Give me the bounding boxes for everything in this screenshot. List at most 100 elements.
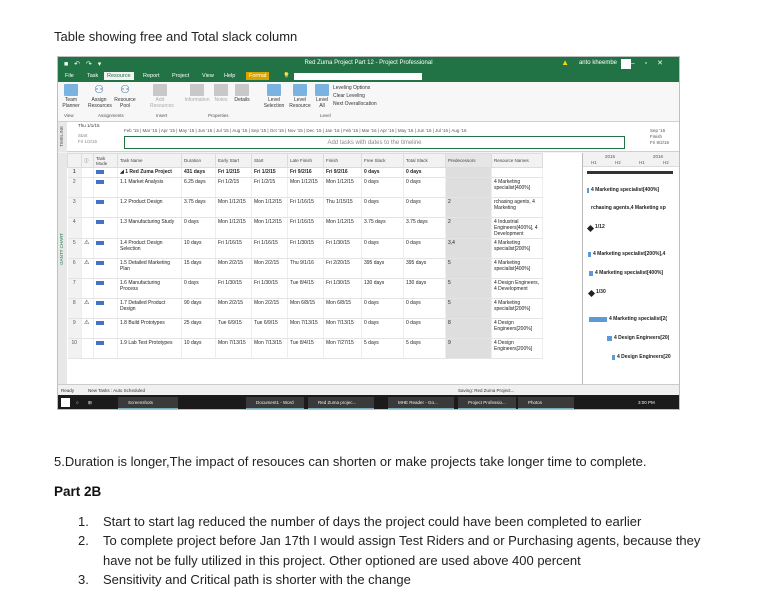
tell-me-input[interactable] bbox=[294, 73, 422, 80]
early-start-cell[interactable]: Fri 1/16/15 bbox=[215, 238, 252, 259]
early-start-cell[interactable]: Fri 1/2/15 bbox=[215, 177, 252, 198]
duration-cell[interactable]: 3.75 days bbox=[181, 197, 216, 218]
resource-names-cell[interactable]: 4 Design Engineers, 4 Development bbox=[491, 278, 543, 299]
row-number-cell[interactable]: 2 bbox=[67, 177, 82, 198]
early-start-cell[interactable]: Mon 1/12/15 bbox=[215, 197, 252, 218]
start-cell[interactable]: Mon 1/12/15 bbox=[251, 217, 288, 239]
tab-report[interactable]: Report bbox=[140, 72, 163, 80]
finish-cell[interactable]: Mon 1/12/15 bbox=[323, 217, 362, 239]
clear-leveling-button[interactable]: Clear Leveling bbox=[333, 92, 377, 100]
table-row[interactable]: 8 ⚠ 1.7 Detailed Product Design 90 days Mon … bbox=[67, 298, 543, 319]
row-number-cell[interactable]: 4 bbox=[67, 217, 82, 239]
predecessors-cell[interactable]: 5 bbox=[445, 298, 492, 319]
duration-cell[interactable]: 10 days bbox=[181, 238, 216, 259]
column-header-free-slack[interactable]: Free Slack bbox=[361, 153, 404, 168]
task-name-cell[interactable]: 1.1 Market Analysis bbox=[117, 177, 182, 198]
finish-cell[interactable]: Mon 7/27/15 bbox=[323, 338, 362, 359]
free-slack-cell[interactable]: 0 days bbox=[361, 298, 404, 319]
total-slack-cell[interactable]: 0 days bbox=[403, 318, 446, 339]
tab-file[interactable]: File bbox=[62, 72, 77, 80]
predecessors-cell[interactable]: 8 bbox=[445, 318, 492, 339]
duration-cell[interactable]: 0 days bbox=[181, 217, 216, 239]
column-header-total-slack[interactable]: Total Slack bbox=[403, 153, 446, 168]
late-finish-cell[interactable]: Mon 6/8/15 bbox=[287, 298, 324, 319]
resource-names-cell[interactable]: 4 Marketing specialist[200%] bbox=[491, 298, 543, 319]
total-slack-cell[interactable]: 130 days bbox=[403, 278, 446, 299]
task-view-icon[interactable]: ⊞ bbox=[88, 400, 92, 406]
predecessors-cell[interactable]: 9 bbox=[445, 338, 492, 359]
duration-cell[interactable]: 90 days bbox=[181, 298, 216, 319]
finish-cell[interactable]: Thu 1/15/15 bbox=[323, 197, 362, 218]
predecessors-cell[interactable] bbox=[445, 177, 492, 198]
task-mode-cell[interactable] bbox=[93, 298, 118, 319]
early-start-cell[interactable]: Fri 1/2/15 bbox=[215, 167, 252, 178]
table-row[interactable]: 7 1.6 Manufacturing Process 0 days Fri 1/30… bbox=[67, 278, 543, 299]
total-slack-cell[interactable]: 5 days bbox=[403, 338, 446, 359]
task-mode-cell[interactable] bbox=[93, 238, 118, 259]
task-mode-cell[interactable] bbox=[93, 217, 118, 239]
level-selection-button[interactable]: Level Selection bbox=[262, 84, 286, 109]
column-header[interactable] bbox=[67, 153, 82, 168]
task-name-cell[interactable]: 1.4 Product Design Selection bbox=[117, 238, 182, 259]
duration-cell[interactable]: 6.25 days bbox=[181, 177, 216, 198]
free-slack-cell[interactable]: 395 days bbox=[361, 258, 404, 279]
task-bar[interactable] bbox=[588, 252, 591, 257]
early-start-cell[interactable]: Mon 2/2/15 bbox=[215, 258, 252, 279]
resource-names-cell[interactable] bbox=[491, 167, 543, 178]
duration-cell[interactable]: 25 days bbox=[181, 318, 216, 339]
task-name-cell[interactable]: 1.8 Build Prototypes bbox=[117, 318, 182, 339]
early-start-cell[interactable]: Mon 2/2/15 bbox=[215, 298, 252, 319]
finish-cell[interactable]: Fri 1/30/15 bbox=[323, 238, 362, 259]
task-name-cell[interactable]: 1.6 Manufacturing Process bbox=[117, 278, 182, 299]
finish-cell[interactable]: Mon 1/12/15 bbox=[323, 177, 362, 198]
start-cell[interactable]: Mon 1/12/15 bbox=[251, 197, 288, 218]
duration-cell[interactable]: 10 days bbox=[181, 338, 216, 359]
table-row[interactable]: 9 ⚠ 1.8 Build Prototypes 25 days Tue 6/9/15 T… bbox=[67, 318, 543, 339]
column-header-task-name[interactable]: Task Name bbox=[117, 153, 182, 168]
predecessors-cell[interactable] bbox=[445, 167, 492, 178]
assign-resources-button[interactable]: ⚇ Assign Resources bbox=[88, 84, 112, 109]
late-finish-cell[interactable]: Fri 9/2/16 bbox=[287, 167, 324, 178]
timeline-pane[interactable]: TIMELINE Thu 1/1/15 Start Fri 1/2/15 Feb … bbox=[58, 122, 679, 152]
row-number-cell[interactable]: 9 bbox=[67, 318, 82, 339]
resource-names-cell[interactable]: 4 Marketing specialist[400%] bbox=[491, 177, 543, 198]
milestone-diamond[interactable] bbox=[587, 289, 596, 298]
early-start-cell[interactable]: Fri 1/30/15 bbox=[215, 278, 252, 299]
column-header-task-mode[interactable]: Task Mode bbox=[93, 153, 118, 168]
indicator-cell[interactable]: ⚠ bbox=[81, 238, 94, 259]
predecessors-cell[interactable]: 5 bbox=[445, 278, 492, 299]
total-slack-cell[interactable]: 3.75 days bbox=[403, 217, 446, 239]
indicator-cell[interactable] bbox=[81, 197, 94, 218]
column-header-start[interactable]: Start bbox=[251, 153, 288, 168]
tab-resource[interactable]: Resource bbox=[104, 72, 134, 80]
free-slack-cell[interactable]: 5 days bbox=[361, 338, 404, 359]
task-mode-cell[interactable] bbox=[93, 338, 118, 359]
finish-cell[interactable]: Fri 1/30/15 bbox=[323, 278, 362, 299]
row-number-cell[interactable]: 10 bbox=[67, 338, 82, 359]
duration-cell[interactable]: 431 days bbox=[181, 167, 216, 178]
task-mode-cell[interactable] bbox=[93, 258, 118, 279]
resource-names-cell[interactable]: 4 Design Engineers[200%] bbox=[491, 338, 543, 359]
task-bar[interactable] bbox=[589, 271, 593, 276]
avatar[interactable] bbox=[621, 59, 631, 69]
late-finish-cell[interactable]: Thu 9/1/16 bbox=[287, 258, 324, 279]
table-row[interactable]: 2 1.1 Market Analysis 6.25 days Fri 1/2/15 F… bbox=[67, 177, 543, 198]
free-slack-cell[interactable]: 0 days bbox=[361, 238, 404, 259]
start-cell[interactable]: Fri 1/2/15 bbox=[251, 167, 288, 178]
search-icon[interactable]: ○ bbox=[76, 400, 79, 405]
late-finish-cell[interactable]: Tue 8/4/15 bbox=[287, 338, 324, 359]
task-mode-cell[interactable] bbox=[93, 318, 118, 339]
notes-button[interactable]: Notes bbox=[214, 84, 228, 103]
task-name-cell[interactable]: 1.9 Lab Test Prototypes bbox=[117, 338, 182, 359]
indicator-cell[interactable] bbox=[81, 217, 94, 239]
start-cell[interactable]: Mon 2/2/15 bbox=[251, 298, 288, 319]
late-finish-cell[interactable]: Fri 1/30/15 bbox=[287, 238, 324, 259]
next-overallocation-button[interactable]: Next Overallocation bbox=[333, 100, 377, 108]
level-resource-button[interactable]: Level Resource bbox=[288, 84, 312, 109]
total-slack-cell[interactable]: 0 days bbox=[403, 238, 446, 259]
level-all-button[interactable]: Level All bbox=[314, 84, 330, 109]
row-number-cell[interactable]: 6 bbox=[67, 258, 82, 279]
task-bar[interactable] bbox=[589, 317, 607, 322]
free-slack-cell[interactable]: 0 days bbox=[361, 318, 404, 339]
task-mode-cell[interactable] bbox=[93, 177, 118, 198]
